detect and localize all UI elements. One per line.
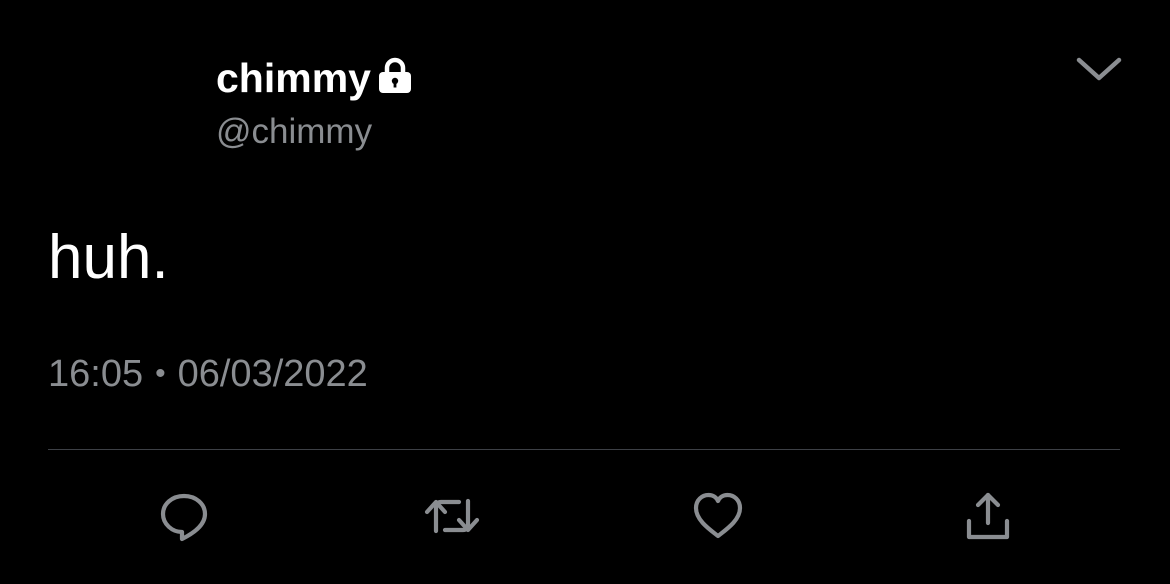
tweet-text: huh. (48, 223, 169, 292)
share-icon (966, 492, 1010, 540)
lock-icon (375, 56, 415, 96)
heart-icon (693, 492, 743, 539)
tweet-date: 06/03/2022 (177, 353, 368, 395)
reply-icon (160, 493, 208, 542)
chevron-down-icon[interactable] (1072, 50, 1126, 90)
tweet-time: 16:05 (48, 353, 144, 395)
like-button[interactable] (686, 484, 750, 548)
tweet-actions (0, 484, 1170, 548)
share-button[interactable] (956, 484, 1020, 548)
tweet-author[interactable]: chimmy @chimmy (216, 52, 415, 154)
divider (48, 449, 1120, 450)
author-handle[interactable]: @chimmy (216, 110, 415, 154)
retweet-icon (424, 498, 480, 534)
author-display-name[interactable]: chimmy (216, 52, 371, 104)
author-name-row: chimmy (216, 52, 415, 104)
reply-button[interactable] (152, 484, 216, 548)
timestamp-separator: • (155, 357, 166, 390)
tweet-timestamp[interactable]: 16:05 • 06/03/2022 (48, 350, 368, 398)
tweet-card: chimmy @chimmy huh. 16:05 • 06/03/2022 (0, 0, 1170, 584)
retweet-button[interactable] (420, 484, 484, 548)
